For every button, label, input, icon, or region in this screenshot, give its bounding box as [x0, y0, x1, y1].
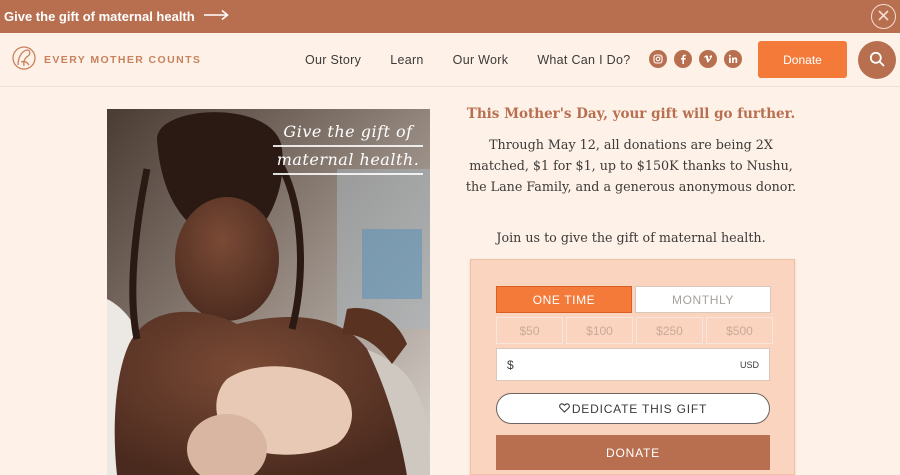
- logo-text: EVERY MOTHER COUNTS: [44, 54, 202, 66]
- amount-option-250[interactable]: $250: [636, 317, 703, 344]
- announcement-banner: Give the gift of maternal health: [0, 0, 900, 33]
- amount-option-50[interactable]: $50: [496, 317, 563, 344]
- logo[interactable]: EVERY MOTHER COUNTS: [12, 43, 201, 77]
- search-icon: [869, 51, 885, 70]
- custom-amount-input[interactable]: [519, 357, 740, 372]
- custom-amount-field[interactable]: $ USD: [496, 348, 770, 381]
- nav-link-learn[interactable]: Learn: [390, 53, 423, 67]
- vimeo-icon[interactable]: [699, 50, 717, 68]
- hero-overlay-line-2: maternal health.: [273, 147, 423, 175]
- frequency-toggle: ONE TIME MONTHLY: [496, 286, 771, 313]
- banner-link[interactable]: Give the gift of maternal health: [4, 9, 229, 24]
- main-navbar: EVERY MOTHER COUNTS Our Story Learn Our …: [0, 33, 900, 87]
- campaign-heading: This Mother's Day, your gift will go fur…: [466, 106, 796, 122]
- nav-donate-button[interactable]: Donate: [758, 41, 847, 78]
- banner-text: Give the gift of maternal health: [4, 9, 195, 24]
- donate-submit-button[interactable]: DONATE: [496, 435, 770, 470]
- campaign-join-text: Join us to give the gift of maternal hea…: [496, 230, 766, 245]
- currency-symbol: $: [507, 357, 514, 372]
- nav-link-our-story[interactable]: Our Story: [305, 53, 361, 67]
- heart-icon: [558, 402, 570, 416]
- frequency-monthly[interactable]: MONTHLY: [635, 286, 771, 313]
- close-icon: [878, 8, 889, 26]
- nav-link-our-work[interactable]: Our Work: [453, 53, 509, 67]
- dedicate-gift-button[interactable]: DEDICATE THIS GIFT: [496, 393, 770, 424]
- campaign-body: Through May 12, all donations are being …: [465, 137, 797, 194]
- social-links: [649, 50, 742, 68]
- nav-links: Our Story Learn Our Work What Can I Do?: [305, 33, 630, 87]
- facebook-icon[interactable]: [674, 50, 692, 68]
- donation-form: ONE TIME MONTHLY $50 $100 $250 $500 $ US…: [470, 259, 795, 475]
- amount-option-100[interactable]: $100: [566, 317, 633, 344]
- currency-code: USD: [739, 359, 759, 370]
- arrow-right-icon: [203, 9, 229, 24]
- search-button[interactable]: [858, 41, 896, 79]
- amount-option-500[interactable]: $500: [706, 317, 773, 344]
- linkedin-icon[interactable]: [724, 50, 742, 68]
- hero-photo: Give the gift of maternal health.: [107, 109, 430, 475]
- hero-overlay-text: Give the gift of maternal health.: [273, 119, 423, 175]
- frequency-one-time[interactable]: ONE TIME: [496, 286, 632, 313]
- banner-close-button[interactable]: [871, 4, 896, 29]
- nav-link-what-can-i-do[interactable]: What Can I Do?: [537, 53, 630, 67]
- dedicate-gift-label: DEDICATE THIS GIFT: [571, 401, 708, 416]
- preset-amounts: $50 $100 $250 $500: [496, 317, 773, 344]
- logo-mark-icon: [12, 43, 38, 78]
- hero-overlay-line-1: Give the gift of: [273, 119, 423, 147]
- instagram-icon[interactable]: [649, 50, 667, 68]
